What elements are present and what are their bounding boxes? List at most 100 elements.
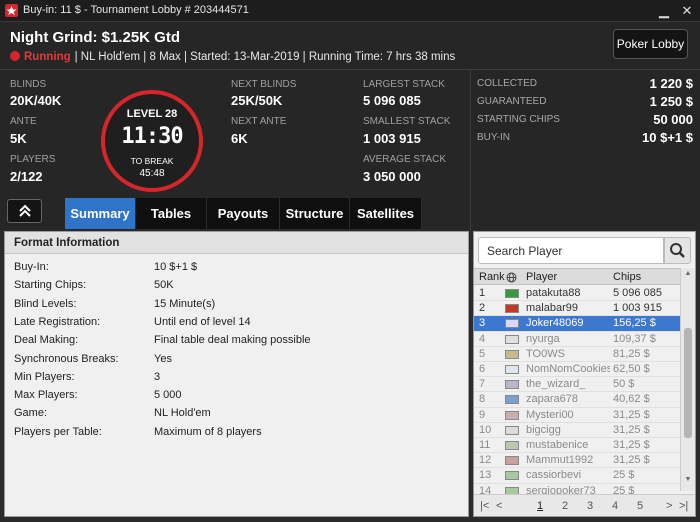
player-row[interactable]: 4 nyurga 109,37 $ [474,332,680,347]
to-break-timer: 45:48 [139,168,165,179]
player-name: cassiorbevi [526,469,582,482]
tournament-details: | NL Hold'em | 8 Max | Started: 13-Mar-2… [74,51,456,63]
player-chips: 31,25 $ [613,423,650,436]
format-row: Synchronous Breaks: Yes [14,353,454,371]
level-number: LEVEL 28 [126,108,178,120]
last-page-icon[interactable]: >| [679,500,688,512]
guaranteed-row: GUARANTEED 1 250 $ [477,94,693,110]
minimize-button[interactable]: ▁ [655,2,673,20]
tournament-info: Running | NL Hold'em | 8 Max | Started: 1… [10,51,455,63]
player-row[interactable]: 6 NomNomCookies 62,50 $ [474,362,680,378]
blinds-value: 20K/40K [10,93,62,108]
tab-tables[interactable]: Tables [136,198,207,229]
player-row[interactable]: 3 Joker48069 156,25 $ [474,316,680,332]
player-row[interactable]: 5 TO0WS 81,25 $ [474,347,680,362]
rank-header[interactable]: Rank [479,271,505,283]
player-rank: 12 [479,454,492,467]
page-1[interactable]: 1 [537,500,543,512]
format-row: Players per Table: Maximum of 8 players [14,426,454,444]
player-panel: Search Player Rank Player Chips 1 patakut… [473,231,696,517]
player-name: bigcigg [526,423,561,436]
status-dot-icon [10,51,20,61]
format-key: Min Players: [14,370,75,383]
title-bar: Buy-in: 11 $ - Tournament Lobby # 203444… [0,0,700,22]
player-header[interactable]: Player [526,271,557,283]
format-value: Yes [154,352,172,365]
close-button[interactable]: ✕ [678,2,696,20]
players-scrollbar[interactable]: ▲ ▼ [680,268,695,491]
player-chips: 31,25 $ [613,454,650,467]
country-flag-icon [505,425,519,435]
format-value: 15 Minute(s) [154,297,216,310]
page-5[interactable]: 5 [637,500,643,512]
next-blinds-value: 25K/50K [231,93,283,108]
player-row[interactable]: 11 mustabenice 31,25 $ [474,438,680,454]
format-value: Until end of level 14 [154,315,251,328]
player-rank: 5 [479,347,486,360]
page-2[interactable]: 2 [562,500,568,512]
player-row[interactable]: 1 patakuta88 5 096 085 [474,286,680,302]
next-page-icon[interactable]: > [666,500,672,512]
player-chips: 109,37 $ [613,332,656,345]
tab-satellites[interactable]: Satellites [350,198,422,229]
format-panel: Format Information Buy-In: 10 $+1 $ Starti… [4,231,469,517]
player-rank: 9 [479,408,486,421]
search-icon [670,243,685,258]
format-row: Min Players: 3 [14,371,454,389]
tab-summary[interactable]: Summary [65,198,136,229]
page-3[interactable]: 3 [587,500,593,512]
tab-payouts[interactable]: Payouts [207,198,280,229]
country-flag-icon [505,319,519,329]
player-row[interactable]: 8 zapara678 40,62 $ [474,392,680,408]
player-rank: 8 [479,393,486,406]
tab-structure[interactable]: Structure [280,198,350,229]
chips-header[interactable]: Chips [613,271,641,283]
format-value: 5 000 [154,389,182,402]
scroll-up-icon[interactable]: ▲ [681,270,695,282]
page-4[interactable]: 4 [612,500,618,512]
format-key: Max Players: [14,389,78,402]
guaranteed-value: 1 250 $ [649,94,693,109]
globe-icon[interactable] [506,272,517,283]
format-row: Blind Levels: 15 Minute(s) [14,298,454,316]
player-row[interactable]: 2 malabar99 1 003 915 [474,301,680,317]
format-row: Deal Making: Final table deal making poss… [14,334,454,352]
player-row[interactable]: 13 cassiorbevi 25 $ [474,468,680,484]
format-row: Game: NL Hold'em [14,407,454,425]
average-stack-value: 3 050 000 [363,169,421,184]
player-chips: 62,50 $ [613,363,650,375]
poker-lobby-button[interactable]: Poker Lobby [613,29,688,59]
scroll-down-icon[interactable]: ▼ [681,476,695,488]
player-name: TO0WS [526,347,565,360]
player-name: patakuta88 [526,287,581,299]
player-chips: 40,62 $ [613,393,650,406]
player-name: the_wizard_ [526,378,586,391]
search-button[interactable] [664,237,691,264]
format-key: Late Registration: [14,315,101,328]
player-row[interactable]: 10 bigcigg 31,25 $ [474,423,680,438]
format-row: Late Registration: Until end of level 14 [14,316,454,334]
starting-chips-value: 50 000 [653,112,693,127]
format-key: Players per Table: [14,425,102,438]
first-page-icon[interactable]: |< [480,500,489,512]
player-rank: 10 [479,423,492,436]
next-ante-value: 6K [231,131,248,146]
largest-stack-value: 5 096 085 [363,93,421,108]
scrollbar-thumb[interactable] [684,328,692,438]
player-row[interactable]: 9 Mysteri00 31,25 $ [474,408,680,423]
format-key: Deal Making: [14,334,79,347]
player-chips: 1 003 915 [613,302,662,315]
player-name: nyurga [526,332,560,345]
prev-page-icon[interactable]: < [496,500,502,512]
country-flag-icon [505,365,519,374]
country-flag-icon [505,471,519,481]
player-row[interactable]: 12 Mammut1992 31,25 $ [474,453,680,469]
player-row[interactable]: 7 the_wizard_ 50 $ [474,377,680,393]
format-row: Starting Chips: 50K [14,279,454,297]
format-key: Game: [14,407,48,420]
collapse-button[interactable] [7,199,42,223]
search-player-input[interactable]: Search Player [478,237,664,264]
average-stack-label: AVERAGE STACK [363,154,446,165]
player-chips: 25 $ [613,469,635,482]
format-value: 3 [154,370,161,383]
